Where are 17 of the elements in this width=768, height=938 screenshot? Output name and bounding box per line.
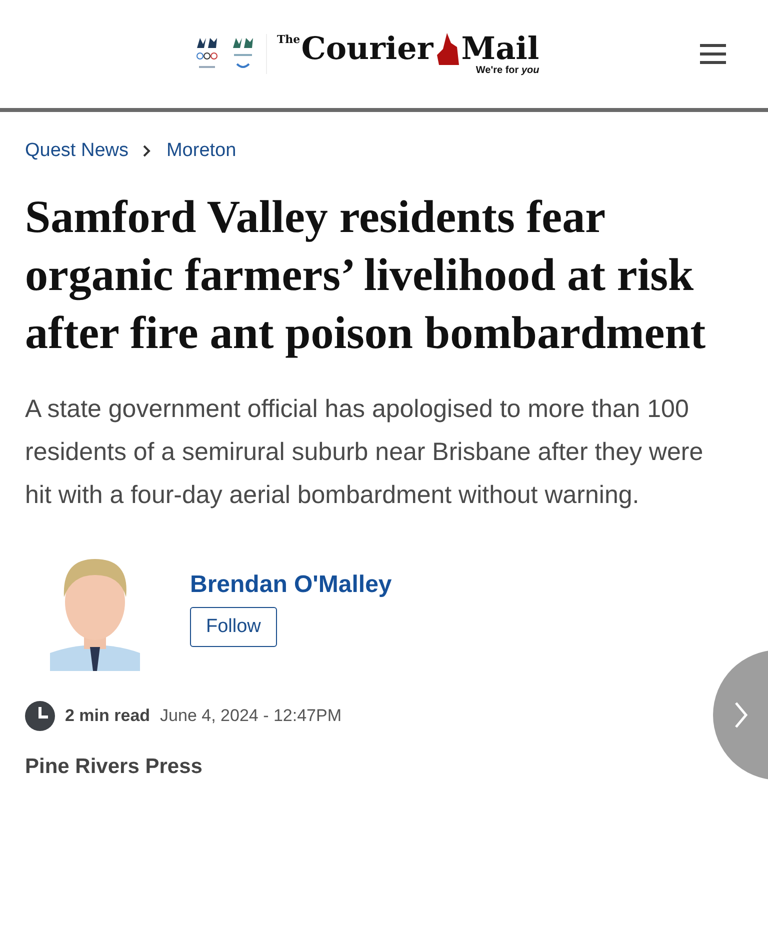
clock-icon	[25, 701, 55, 731]
read-time: 2 min read	[65, 706, 150, 726]
headline: Samford Valley residents fear organic farmers’ livelihood at risk after fire ant poison bombardment	[25, 190, 707, 360]
follow-button[interactable]: Follow	[190, 607, 277, 647]
publish-date: June 4, 2024 - 12:47PM	[160, 706, 342, 726]
menu-icon[interactable]	[700, 43, 726, 65]
tagline: We're for you	[476, 64, 540, 76]
breadcrumb-link[interactable]: Quest News	[25, 140, 128, 162]
chevron-icon	[733, 700, 749, 730]
logo-text[interactable]: Mail	[461, 34, 540, 64]
state-map-icon	[435, 32, 460, 64]
logo-text[interactable]: $^{The}$ Courier	[277, 34, 434, 64]
masthead-name: Pine Rivers Press	[25, 755, 204, 779]
chevron-icon	[142, 144, 152, 158]
author-name-link[interactable]: Brendan O'Malley	[190, 571, 392, 599]
standfirst: A state government official has apologised to more than 100 residents of a semirural suburb near Brisbane after they were hit with a four-day aerial bombardment without warning.	[25, 394, 704, 511]
breadcrumb-link[interactable]: Moreton	[166, 140, 236, 162]
